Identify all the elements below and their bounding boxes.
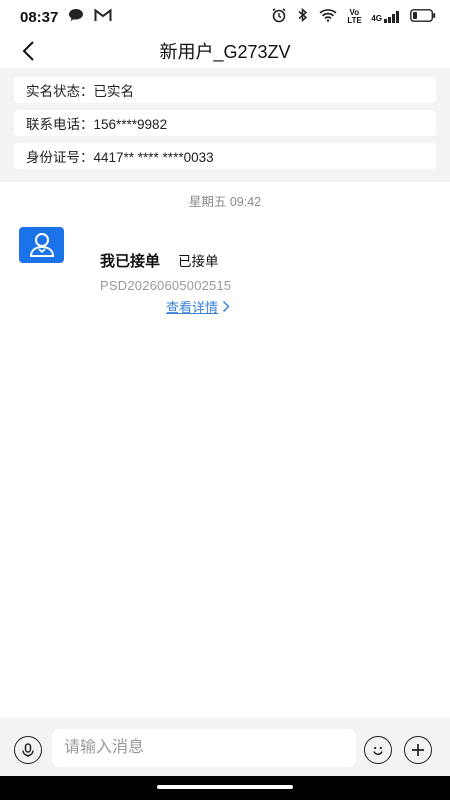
status-time: 08:37	[20, 8, 59, 26]
view-details-link[interactable]: 查看详情	[166, 297, 230, 316]
order-number: PSD20260605002515	[100, 278, 232, 293]
verification-status: 实名状态：已实名	[14, 77, 436, 103]
back-button[interactable]	[10, 34, 46, 68]
message-head: 我已接单 已接单	[100, 250, 400, 271]
user-icon	[29, 233, 54, 257]
emoji-button[interactable]	[364, 736, 392, 764]
input-bar	[0, 718, 450, 776]
chevron-left-icon	[22, 41, 34, 61]
system-nav-bar	[0, 776, 450, 800]
chevron-right-icon	[222, 300, 230, 313]
status-bar: 08:37 Vo LTE 4G	[0, 0, 450, 34]
chat-header: 新用户_G273ZV	[0, 34, 450, 68]
plus-icon	[412, 744, 424, 756]
message-timestamp: 星期五 09:42	[188, 195, 262, 209]
gmail-icon	[94, 8, 112, 26]
message-input[interactable]	[52, 729, 356, 767]
status-left: 08:37	[20, 8, 112, 26]
home-indicator[interactable]	[157, 785, 293, 789]
id-number: 身份证号：4417** **** ****0033	[14, 143, 436, 169]
page-title: 新用户_G273ZV	[159, 42, 291, 62]
wifi-icon	[319, 8, 337, 26]
avatar[interactable]	[19, 227, 64, 263]
battery-icon	[410, 8, 436, 26]
alarm-icon	[271, 7, 287, 27]
chat-bubble-icon	[68, 8, 84, 26]
status-right: Vo LTE 4G	[271, 7, 436, 27]
view-details-label: 查看详情	[166, 300, 219, 315]
message-title: 我已接单	[100, 253, 161, 270]
more-actions-button[interactable]	[404, 736, 432, 764]
message-status: 已接单	[178, 254, 219, 269]
user-info-panel: 实名状态：已实名 联系电话：156****9982 身份证号：4417** **…	[0, 68, 450, 182]
order-message: 我已接单 已接单 PSD20260605002515	[100, 250, 400, 293]
bluetooth-icon	[297, 7, 309, 27]
volte-icon: Vo LTE	[347, 8, 362, 25]
network-label: 4G	[371, 14, 382, 23]
emoji-icon	[373, 746, 383, 755]
contact-phone: 联系电话：156****9982	[14, 110, 436, 136]
microphone-icon	[22, 743, 34, 757]
voice-input-button[interactable]	[14, 736, 42, 764]
signal-4g-icon: 4G	[371, 11, 400, 23]
